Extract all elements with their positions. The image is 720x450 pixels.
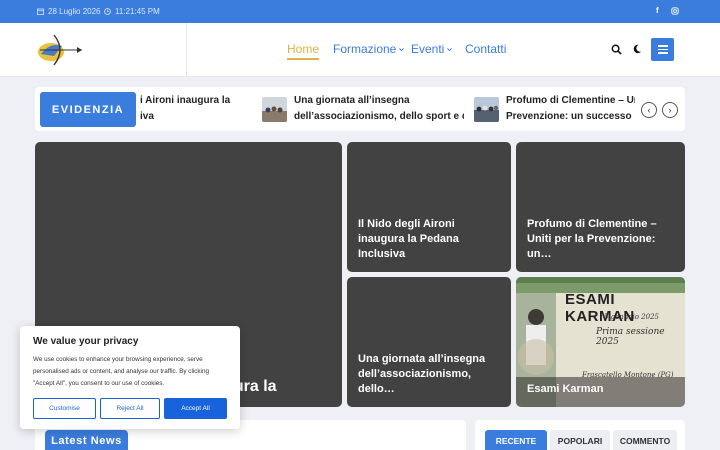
cookie-banner: We value your privacy We use cookies to … xyxy=(20,326,240,429)
nav-eventi[interactable]: Eventi xyxy=(411,42,453,56)
chevron-down-icon xyxy=(447,47,453,51)
poster-place: Frascatello Montone (PG) xyxy=(582,371,674,379)
ticker-label: EVIDENZIA xyxy=(40,92,136,127)
nav-contatti[interactable]: Contatti xyxy=(465,42,506,56)
sidebar-tabs: RECENTE POPOLARI COMMENTO xyxy=(475,420,685,450)
top-bar: 28 Luglio 2026 11:21:45 PM f xyxy=(0,0,720,23)
customise-button[interactable]: Customise xyxy=(33,398,96,419)
card-title[interactable]: Il Nido degli Aironi inaugura la Pedana … xyxy=(358,217,501,262)
date-text: 28 Luglio 2026 xyxy=(48,7,101,16)
cookie-title: We value your privacy xyxy=(33,336,139,347)
card-title[interactable]: Esami Karman xyxy=(527,382,675,397)
ticker-item-line2: Prevenzione: un successo per s xyxy=(506,111,635,122)
ticker-prev-button[interactable]: ‹ xyxy=(641,102,657,118)
ticker-item-line2: iva xyxy=(140,111,154,122)
tab-recente[interactable]: RECENTE xyxy=(485,430,547,450)
ticker-thumbnail[interactable] xyxy=(262,97,287,122)
card-title[interactable]: Una giornata all’insegna dell’associazio… xyxy=(358,352,501,397)
chevron-right-icon: › xyxy=(668,105,672,115)
ticker-item-line1: Profumo di Clementine – Un xyxy=(506,95,635,106)
header-divider xyxy=(186,23,187,77)
nav-home-label: Home xyxy=(287,42,320,56)
nav-formazione[interactable]: Formazione xyxy=(333,42,405,56)
calendar-icon xyxy=(37,8,44,15)
nav-contatti-label: Contatti xyxy=(465,42,507,56)
facebook-icon[interactable]: f xyxy=(656,6,659,15)
clock-icon xyxy=(104,8,111,15)
ticker-item[interactable]: Profumo di Clementine – Un Prevenzione: … xyxy=(506,93,635,125)
dark-mode-icon[interactable] xyxy=(632,44,642,54)
tab-popolari[interactable]: POPOLARI xyxy=(550,430,610,450)
time-text: 11:21:45 PM xyxy=(115,7,160,16)
featured-card[interactable]: Una giornata all’insegna dell’associazio… xyxy=(347,277,511,407)
featured-card[interactable]: Profumo di Clementine – Uniti per la Pre… xyxy=(516,142,685,272)
poster-session: Prima sessione 2025 xyxy=(596,327,665,347)
ticker-item-line1: i Aironi inaugura la xyxy=(140,95,231,106)
instagram-icon[interactable] xyxy=(671,7,679,15)
hamburger-icon xyxy=(657,45,668,47)
chevron-down-icon xyxy=(399,47,405,51)
ticker-item-line2: dell’associazionismo, dello sport e del… xyxy=(294,111,464,122)
featured-card[interactable]: ESAMI KARMAN 5 gennaio 2025 Prima sessio… xyxy=(516,277,685,407)
featured-card[interactable]: Il Nido degli Aironi inaugura la Pedana … xyxy=(347,142,511,272)
poster-date: 5 gennaio 2025 xyxy=(604,313,659,321)
nav-formazione-label: Formazione xyxy=(333,42,397,56)
chevron-left-icon: ‹ xyxy=(647,105,651,115)
site-logo[interactable] xyxy=(36,32,84,68)
menu-button[interactable] xyxy=(651,38,674,61)
ticker-item-line1: Una giornata all’insegna xyxy=(294,95,410,106)
news-ticker: EVIDENZIA i Aironi inaugura la iva Una g… xyxy=(35,87,685,131)
nav-home[interactable]: Home xyxy=(287,42,320,60)
ticker-thumbnail[interactable] xyxy=(474,97,499,122)
time-display: 11:21:45 PM xyxy=(104,7,160,16)
accept-all-button[interactable]: Accept All xyxy=(164,398,227,419)
reject-all-button[interactable]: Reject All xyxy=(100,398,160,419)
card-title[interactable]: Profumo di Clementine – Uniti per la Pre… xyxy=(527,217,675,262)
ticker-next-button[interactable]: › xyxy=(662,102,678,118)
site-header: Home Formazione Eventi Contatti xyxy=(0,23,720,77)
date-display: 28 Luglio 2026 xyxy=(37,7,101,16)
nav-eventi-label: Eventi xyxy=(411,42,445,56)
search-icon[interactable] xyxy=(611,44,622,55)
tab-commento[interactable]: COMMENTO xyxy=(613,430,677,450)
ticker-item[interactable]: Una giornata all’insegna dell’associazio… xyxy=(294,93,464,125)
latest-news-label: Latest News xyxy=(45,430,128,450)
cookie-text: We use cookies to enhance your browsing … xyxy=(33,356,209,387)
ticker-item[interactable]: i Aironi inaugura la iva xyxy=(140,93,240,125)
